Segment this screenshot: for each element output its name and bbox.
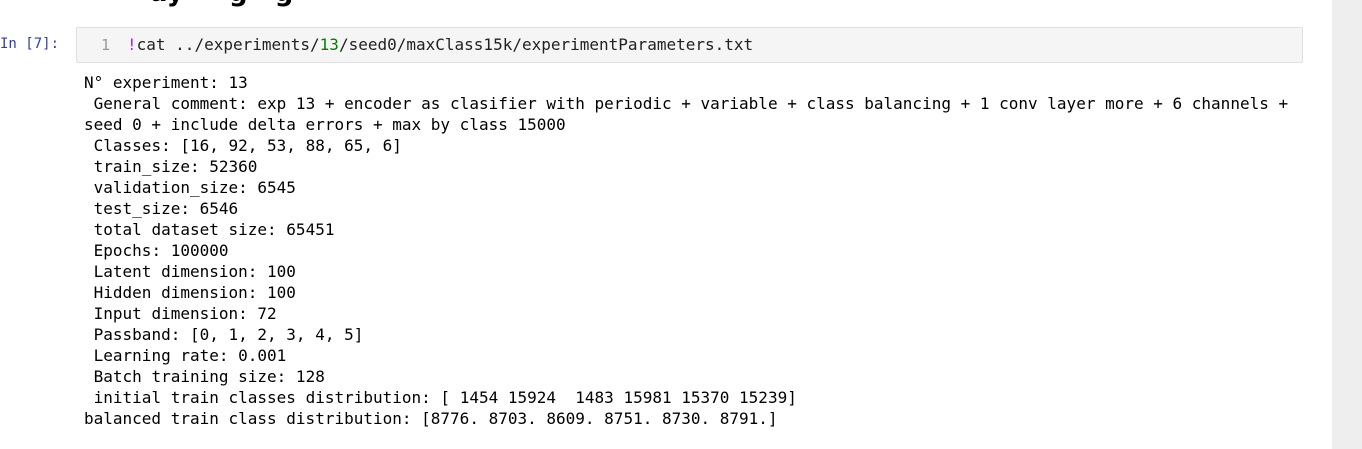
output-line: Classes: [16, 92, 53, 88, 65, 6] [84, 136, 402, 155]
notebook-side-gutter [1332, 0, 1362, 449]
output-line: Latent dimension: 100 [84, 262, 296, 281]
output-line: total dataset size: 65451 [84, 220, 335, 239]
cell-output: N° experiment: 13 General comment: exp 1… [84, 72, 1304, 429]
output-line: General comment: exp 13 + encoder as cla… [84, 94, 1298, 134]
output-line: Learning rate: 0.001 [84, 346, 287, 365]
output-line: Hidden dimension: 100 [84, 283, 296, 302]
line-number: 1 [101, 36, 111, 54]
section-heading: ay g g [150, 0, 293, 8]
output-line: balanced train class distribution: [8776… [84, 409, 778, 428]
output-line: test_size: 6546 [84, 199, 239, 218]
output-line: validation_size: 6545 [84, 178, 296, 197]
output-line: Passband: [0, 1, 2, 3, 4, 5] [84, 325, 364, 344]
code-line[interactable]: !cat ../experiments/13/seed0/maxClass15k… [127, 35, 753, 54]
output-line: N° experiment: 13 [84, 73, 248, 92]
output-line: Batch training size: 128 [84, 367, 325, 386]
experiment-number: 13 [319, 35, 339, 54]
code-cell-input[interactable]: 1 !cat ../experiments/13/seed0/maxClass1… [76, 27, 1303, 63]
path-rest: /seed0/maxClass15k/experimentParameters.… [338, 35, 754, 54]
shell-command: cat ../experiments/ [136, 35, 320, 54]
output-line: Epochs: 100000 [84, 241, 229, 260]
shell-bang: ! [127, 35, 137, 54]
cell-prompt: In [7]: [0, 36, 60, 52]
output-line: train_size: 52360 [84, 157, 258, 176]
output-line: Input dimension: 72 [84, 304, 277, 323]
output-line: initial train classes distribution: [ 14… [84, 388, 797, 407]
